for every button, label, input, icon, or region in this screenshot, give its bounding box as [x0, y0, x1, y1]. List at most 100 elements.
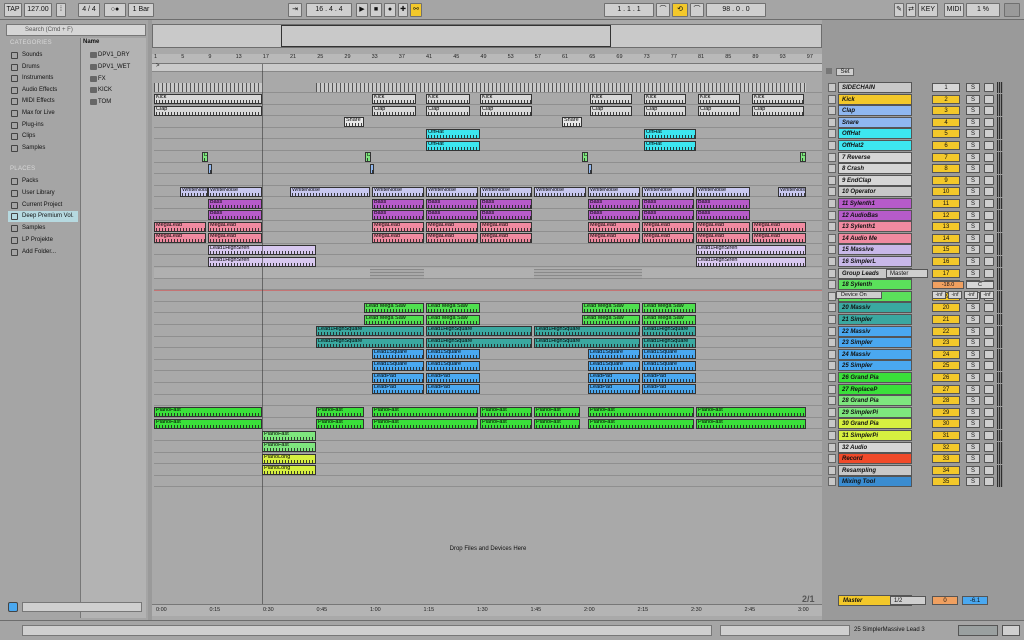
- clip[interactable]: D: [202, 152, 208, 163]
- track-activator-icon[interactable]: [828, 477, 836, 487]
- track-lane[interactable]: [154, 291, 822, 302]
- place-samples[interactable]: Samples: [8, 223, 78, 234]
- clip[interactable]: LeadPad: [642, 384, 696, 395]
- track-name[interactable]: Record: [838, 453, 912, 465]
- track-number[interactable]: 7: [932, 152, 960, 162]
- track-lane[interactable]: [154, 175, 822, 186]
- track-activator-icon[interactable]: [828, 106, 836, 116]
- track-header-5[interactable]: OffHat 5 S: [828, 128, 1006, 140]
- clip[interactable]: Lead1HighSquare: [534, 326, 640, 337]
- solo-button[interactable]: S: [966, 222, 980, 232]
- arm-icon[interactable]: [984, 187, 994, 197]
- track-header-23[interactable]: 23 Simpler 23 S: [828, 337, 1006, 349]
- track-number[interactable]: 23: [932, 338, 960, 348]
- clip[interactable]: MegaLead: [642, 221, 694, 232]
- track-header-9[interactable]: 9 EndClap 9 S: [828, 174, 1006, 186]
- track-header-8[interactable]: 8 Crash 8 S: [828, 163, 1006, 175]
- clip[interactable]: Lead1Square: [426, 360, 480, 371]
- clip[interactable]: Bass: [696, 198, 750, 209]
- clip[interactable]: Lead1HighSquare: [426, 337, 532, 348]
- arm-icon[interactable]: [984, 303, 994, 313]
- solo-button[interactable]: S: [966, 175, 980, 185]
- track-name[interactable]: 15 Massive: [838, 244, 912, 256]
- track-name[interactable]: 7 Reverse: [838, 151, 912, 163]
- metronome-dots-icon[interactable]: ⁞: [56, 3, 66, 17]
- clip[interactable]: PianoFast: [480, 407, 532, 418]
- midi-map-button[interactable]: MIDI: [944, 3, 964, 17]
- clip[interactable]: MegaLead: [480, 221, 532, 232]
- track-activator-icon[interactable]: [828, 373, 836, 382]
- track-activator-icon[interactable]: [828, 407, 836, 417]
- solo-button[interactable]: S: [966, 245, 980, 255]
- track-lane[interactable]: [154, 128, 822, 140]
- send-c[interactable]: -inf: [964, 291, 978, 299]
- track-lane[interactable]: [154, 442, 822, 453]
- arm-icon[interactable]: [984, 222, 994, 232]
- clip[interactable]: WhiteNoise: [208, 186, 262, 197]
- track-header-35[interactable]: Mixing Tool 35 S: [828, 476, 1006, 488]
- clip[interactable]: PianoFast: [480, 418, 532, 429]
- track-lane[interactable]: [154, 279, 822, 291]
- song-position-field[interactable]: 16 . 4 . 4: [306, 3, 352, 17]
- track-thumbnail[interactable]: [958, 625, 998, 636]
- search-input[interactable]: Search (Cmd + F): [6, 24, 146, 36]
- solo-button[interactable]: S: [966, 106, 980, 116]
- track-header-1[interactable]: SIDECHAIN 1 S: [828, 82, 1006, 93]
- clip[interactable]: Kick: [644, 94, 686, 105]
- place-add-folder-[interactable]: Add Folder...: [8, 247, 78, 258]
- arm-icon[interactable]: [984, 117, 994, 127]
- clip[interactable]: WhiteNoise: [180, 186, 208, 197]
- arm-icon[interactable]: [984, 349, 994, 359]
- place-lp-projekte[interactable]: LP Projekte: [8, 235, 78, 246]
- solo-button[interactable]: S: [966, 303, 980, 313]
- clip[interactable]: LeadPad: [426, 372, 480, 383]
- clip[interactable]: MegaLead: [154, 221, 206, 232]
- track-name[interactable]: Resampling: [838, 464, 912, 476]
- clip[interactable]: Clap: [426, 105, 470, 116]
- clip[interactable]: Lead1HighSquare: [316, 337, 424, 348]
- clip[interactable]: PianoFast: [696, 418, 806, 429]
- overview-window[interactable]: [281, 25, 611, 47]
- track-header-14[interactable]: 14 Audio Me 14 S: [828, 232, 1006, 244]
- track-activator-icon[interactable]: [828, 431, 836, 440]
- track-activator-icon[interactable]: [828, 291, 836, 301]
- clip[interactable]: MegaLead: [696, 233, 750, 244]
- clip[interactable]: Bass: [208, 210, 262, 221]
- track-name[interactable]: 20 Massiv: [838, 302, 912, 314]
- clip[interactable]: Lead1Square: [588, 349, 640, 360]
- track-number[interactable]: 31: [932, 431, 960, 440]
- tempo-field[interactable]: 127.00: [24, 3, 52, 17]
- clip[interactable]: MegaLead: [480, 233, 532, 244]
- track-number[interactable]: 4: [932, 117, 960, 127]
- solo-button[interactable]: S: [966, 83, 980, 92]
- arm-icon[interactable]: [984, 141, 994, 150]
- track-name[interactable]: Snare: [838, 116, 912, 128]
- clip[interactable]: Clap: [644, 105, 686, 116]
- track-activator-icon[interactable]: [828, 361, 836, 371]
- track-activator-icon[interactable]: [828, 94, 836, 104]
- track-activator-icon[interactable]: [828, 141, 836, 150]
- track-lane[interactable]: [154, 302, 822, 314]
- clip[interactable]: PianoFast: [588, 418, 694, 429]
- arm-icon[interactable]: [984, 106, 994, 116]
- track-header-11[interactable]: 11 Sylenth1 11 S: [828, 198, 1006, 209]
- track-activator-icon[interactable]: [828, 442, 836, 452]
- solo-button[interactable]: S: [966, 477, 980, 487]
- track-lane[interactable]: [154, 360, 822, 372]
- track-activator-icon[interactable]: [828, 303, 836, 313]
- clip[interactable]: Lead Mega Saw: [426, 302, 480, 313]
- track-number[interactable]: 6: [932, 141, 960, 150]
- track-header-10[interactable]: 10 Operator 10 S: [828, 186, 1006, 198]
- scroll-left-icon[interactable]: [826, 68, 832, 74]
- clip[interactable]: PianoFast: [534, 407, 580, 418]
- track-name[interactable]: 25 Simpler: [838, 360, 912, 372]
- clip[interactable]: MegaLead: [752, 221, 806, 232]
- clip[interactable]: PianoFast: [534, 418, 580, 429]
- master-output-select[interactable]: 1/2: [890, 596, 926, 605]
- place-deep-premium-vol-[interactable]: Deep Premium Vol.: [8, 211, 78, 223]
- stop-icon[interactable]: ■: [370, 3, 382, 17]
- clip[interactable]: PianoFast: [372, 418, 478, 429]
- arm-icon[interactable]: [984, 384, 994, 394]
- clip[interactable]: Lead1Square: [642, 349, 696, 360]
- clip[interactable]: Bass: [372, 210, 424, 221]
